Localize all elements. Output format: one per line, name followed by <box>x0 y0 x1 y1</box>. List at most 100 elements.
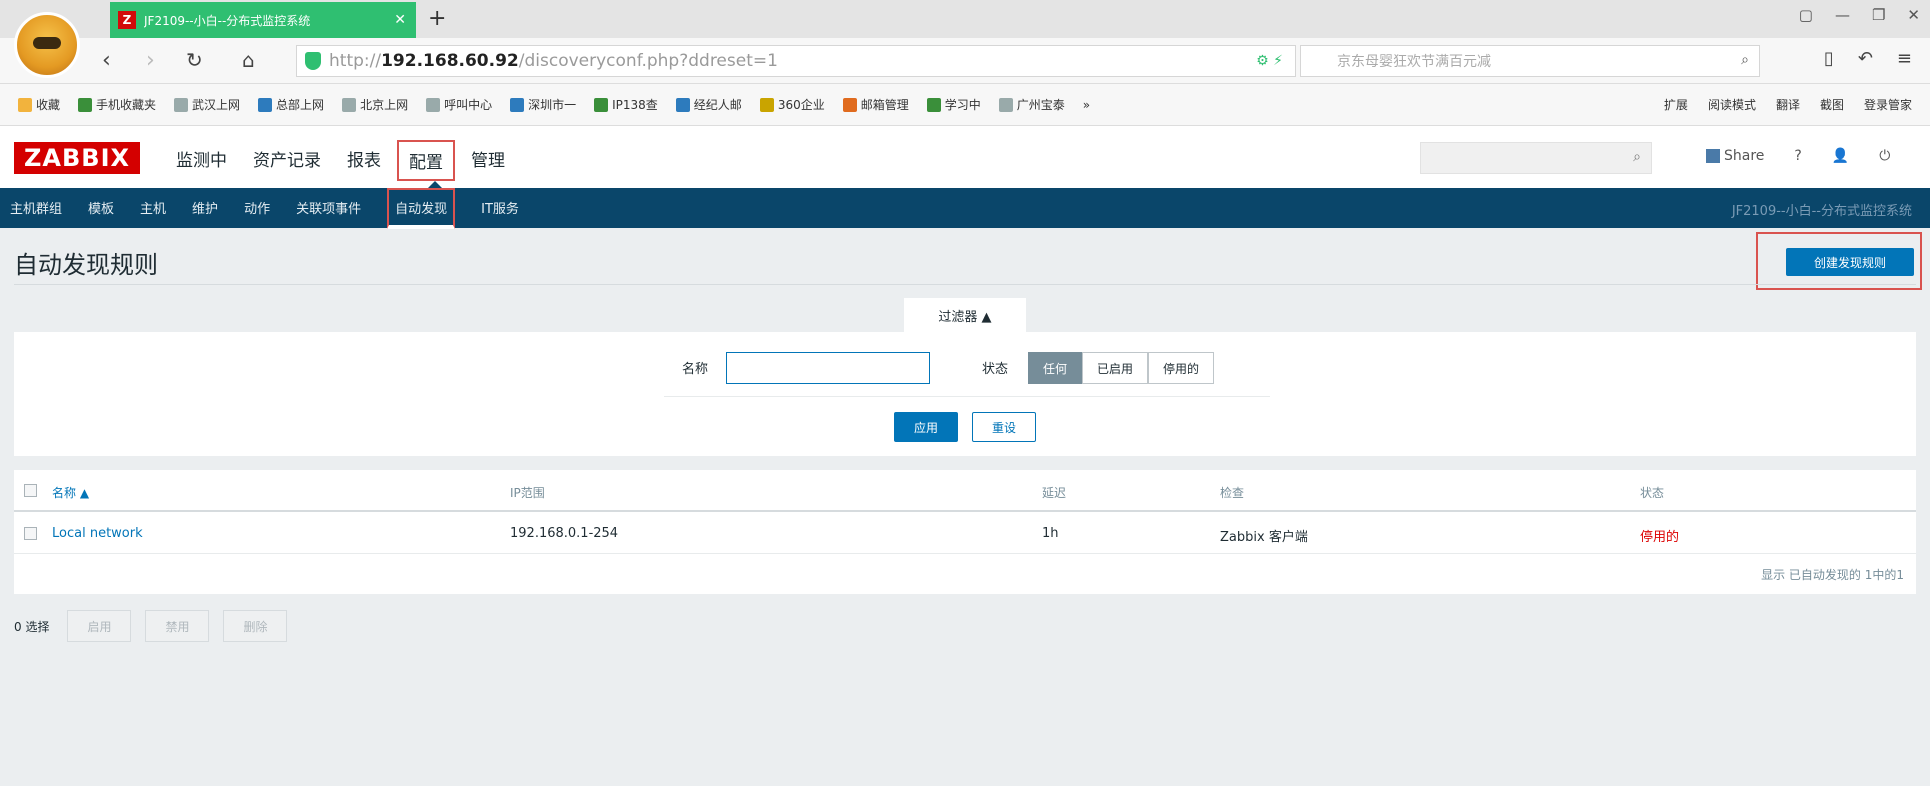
search-icon[interactable]: ⌕ <box>1741 52 1749 68</box>
submenu-host-groups[interactable]: 主机群组 <box>10 198 62 229</box>
bookmark-item[interactable]: 手机收藏夹 <box>78 96 156 113</box>
zabbix-logo[interactable]: ZABBIX <box>14 142 140 174</box>
bookmark-item[interactable]: 经纪人邮 <box>675 96 742 113</box>
maximize-icon[interactable]: ❐ <box>1872 6 1885 24</box>
toolbar-extension-item[interactable]: 翻译 <box>1776 96 1800 113</box>
filter-status-segmented: 任何 已启用 停用的 <box>1028 352 1215 384</box>
forward-icon[interactable]: › <box>146 48 155 73</box>
submenu-hosts[interactable]: 主机 <box>140 198 166 229</box>
reload-icon[interactable]: ↻ <box>186 48 203 72</box>
toolbar-extension-item[interactable]: 登录管家 <box>1864 96 1912 113</box>
bookmark-label: 收藏 <box>36 98 61 112</box>
undo-icon[interactable]: ↶ <box>1858 48 1873 69</box>
browser-search-placeholder: 京东母婴狂欢节满百元减 <box>1337 54 1491 70</box>
bookmark-icon <box>759 97 774 112</box>
help-icon[interactable]: ? <box>1794 148 1801 164</box>
create-discovery-rule-button[interactable]: 创建发现规则 <box>1786 248 1914 276</box>
address-bar[interactable]: http:// 192.168.60.92 /discoveryconf.php… <box>296 45 1296 77</box>
bookmarks-more-button[interactable]: » <box>1083 98 1090 112</box>
bookmark-icon <box>998 97 1013 112</box>
toolbar-extension-item[interactable]: 阅读模式 <box>1708 96 1756 113</box>
mass-enable-button[interactable]: 启用 <box>67 610 132 642</box>
search-icon[interactable]: ⌕ <box>1633 149 1641 165</box>
rule-name-link[interactable]: Local network <box>52 526 143 541</box>
browser-tabbar: Z JF2109--小白--分布式监控系统 ✕ + ▢ — ❐ ✕ <box>0 0 1930 38</box>
logout-icon[interactable]: ⏻ <box>1879 148 1890 164</box>
table-row: Local network 192.168.0.1-254 1h Zabbix … <box>14 514 1916 554</box>
bookmark-item[interactable]: IP138查 <box>594 96 658 113</box>
menu-icon[interactable]: ≡ <box>1897 48 1912 69</box>
menu-configuration[interactable]: 配置 <box>397 140 455 181</box>
bookmark-item[interactable]: 呼叫中心 <box>426 96 492 113</box>
bookmark-label: 深圳市一 <box>528 98 577 112</box>
status-disabled-option[interactable]: 停用的 <box>1148 352 1215 384</box>
config-submenu: 主机群组 模板 主机 维护 动作 关联项事件 自动发现 IT服务 JF2109-… <box>0 188 1930 229</box>
menu-monitoring[interactable]: 监测中 <box>166 140 237 181</box>
filter-reset-button[interactable]: 重设 <box>972 412 1036 442</box>
zabbix-favicon-icon: Z <box>118 11 136 29</box>
bookmark-icon <box>510 97 525 112</box>
filter-apply-button[interactable]: 应用 <box>894 412 958 442</box>
back-icon[interactable]: ‹ <box>102 48 111 73</box>
submenu-it-services[interactable]: IT服务 <box>481 198 519 229</box>
menu-reports[interactable]: 报表 <box>337 140 391 181</box>
top-menu: 监测中 资产记录 报表 配置 管理 <box>166 140 521 181</box>
bookmark-label: 经纪人邮 <box>693 98 742 112</box>
browser-avatar[interactable] <box>14 12 80 78</box>
browser-search-box[interactable]: 京东母婴狂欢节满百元减 ⌕ <box>1300 45 1760 77</box>
menu-inventory[interactable]: 资产记录 <box>243 140 331 181</box>
bookmark-item[interactable]: 邮箱管理 <box>842 96 909 113</box>
table-footer-count: 显示 已自动发现的 1中的1 <box>1761 568 1904 582</box>
share-icon <box>1706 149 1720 163</box>
home-icon[interactable]: ⌂ <box>242 48 255 72</box>
user-profile-icon[interactable]: 👤 <box>1832 148 1849 164</box>
toolbar-extension-item[interactable]: 扩展 <box>1664 96 1688 113</box>
bookmark-icon <box>174 97 189 112</box>
submenu-maintenance[interactable]: 维护 <box>192 198 218 229</box>
minimize-icon[interactable]: — <box>1835 6 1850 24</box>
skin-icon[interactable]: ▢ <box>1799 6 1813 24</box>
bookmark-item[interactable]: 广州宝泰 <box>998 96 1065 113</box>
filter-name-input[interactable] <box>726 352 930 384</box>
bookmark-item[interactable]: 360企业 <box>759 96 825 113</box>
select-all-checkbox[interactable] <box>24 484 37 497</box>
bookmark-item[interactable]: 北京上网 <box>342 96 408 113</box>
status-enabled-option[interactable]: 已启用 <box>1082 352 1149 384</box>
submenu-correlation[interactable]: 关联项事件 <box>296 198 361 229</box>
bookmark-icon <box>78 97 93 112</box>
browser-tab-active[interactable]: Z JF2109--小白--分布式监控系统 ✕ <box>110 2 416 38</box>
bookmark-item[interactable]: 总部上网 <box>258 96 324 113</box>
row-checkbox[interactable] <box>24 527 37 540</box>
status-any-option[interactable]: 任何 <box>1028 352 1083 384</box>
selected-count: 0 选择 <box>14 619 50 634</box>
title-divider <box>14 284 1916 285</box>
bookmark-item[interactable]: 收藏 <box>18 96 60 113</box>
menu-administration[interactable]: 管理 <box>461 140 515 181</box>
submenu-discovery[interactable]: 自动发现 <box>387 188 456 229</box>
new-tab-button[interactable]: + <box>428 6 446 31</box>
submenu-templates[interactable]: 模板 <box>88 198 114 229</box>
rule-delay: 1h <box>1042 526 1059 541</box>
bookmark-item[interactable]: 学习中 <box>926 96 981 113</box>
bookmark-item[interactable]: 武汉上网 <box>174 96 240 113</box>
column-ip-range-header: IP范围 <box>510 486 545 500</box>
submenu-actions[interactable]: 动作 <box>244 198 270 229</box>
tab-close-icon[interactable]: ✕ <box>394 12 406 28</box>
column-status-header: 状态 <box>1640 486 1665 500</box>
bookmark-icon <box>675 97 690 112</box>
phone-icon[interactable]: ▯ <box>1824 48 1834 69</box>
rule-status-link[interactable]: 停用的 <box>1640 526 1679 545</box>
window-controls: ▢ — ❐ ✕ <box>1799 6 1920 24</box>
global-search-input[interactable]: ⌕ <box>1420 142 1652 174</box>
mass-delete-button[interactable]: 删除 <box>223 610 288 642</box>
speed-mode-icon[interactable]: ⚙ ⚡ <box>1256 53 1283 69</box>
bookmark-label: 总部上网 <box>276 98 325 112</box>
column-name-header[interactable]: 名称 ▲ <box>52 484 89 501</box>
bookmark-label: IP138查 <box>612 98 658 112</box>
toolbar-extension-item[interactable]: 截图 <box>1820 96 1844 113</box>
mass-disable-button[interactable]: 禁用 <box>145 610 210 642</box>
close-window-icon[interactable]: ✕ <box>1907 6 1920 24</box>
share-button[interactable]: Share <box>1706 148 1764 164</box>
filter-toggle-tab[interactable]: 过滤器 ▲ <box>904 298 1026 332</box>
bookmark-item[interactable]: 深圳市一 <box>510 96 576 113</box>
